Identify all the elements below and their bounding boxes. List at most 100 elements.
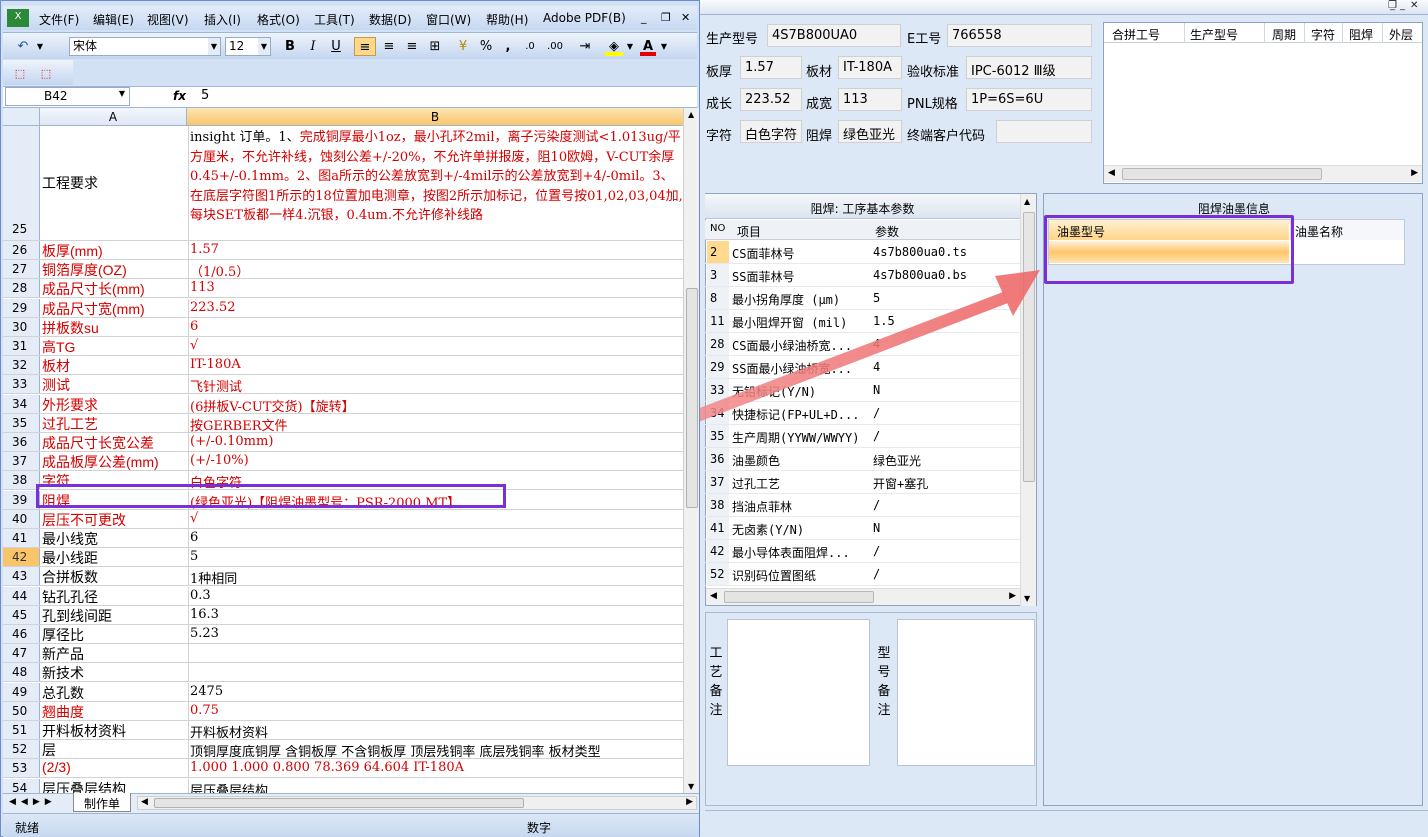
cell-a[interactable]: 孔到线间距 [42,606,187,626]
row-header[interactable]: 42 [3,548,40,566]
cell-a[interactable]: 开料板材资料 [42,721,187,741]
menu-adobe-pdf[interactable]: Adobe PDF(B) [543,11,626,25]
font-name-select[interactable]: 宋体 ▼ [69,37,221,56]
sheet-hscrollbar[interactable]: ◀ ▶ [137,796,697,810]
chevron-down-icon[interactable]: ▼ [625,37,635,56]
params-row[interactable]: 11 最小阻焊开窗 (mil) 1.5 [705,310,1020,333]
row-header[interactable]: 34 [3,395,40,413]
table-row[interactable]: 28 成品尺寸长(mm) 113 [3,279,683,298]
col-mask[interactable]: 阻焊 [1349,26,1373,43]
row-header[interactable]: 52 [3,740,40,758]
scroll-right-icon[interactable]: ▶ [686,797,693,807]
table-row[interactable]: 43 合拼板数 1种相同 [3,567,683,587]
table-row[interactable]: 30 拼板数su 6 [3,318,683,337]
scroll-thumb[interactable] [1023,212,1035,482]
row-header[interactable]: 32 [3,356,40,374]
align-center-icon[interactable]: ≡ [379,37,399,56]
cell-a[interactable]: (2/3) [42,759,187,775]
cell-a[interactable]: 层 [42,740,187,760]
table-row[interactable]: 34 外形要求 (6拼板V-CUT交货)【旋转】 [3,395,683,415]
table-row[interactable]: 48 新技术 [3,663,683,682]
table-row[interactable]: 50 翘曲度 0.75 [3,702,683,721]
cell-b[interactable]: 1种相同 [190,568,683,587]
params-row[interactable]: 35 生产周期(YYWW/WWYY) / [705,425,1020,448]
scroll-down-icon[interactable]: ▼ [1024,594,1030,603]
cell-a[interactable]: 测试 [42,375,187,395]
table-row[interactable]: 47 新产品 [3,644,683,663]
scroll-right-icon[interactable]: ▶ [1411,168,1418,178]
cell-a[interactable]: 铜箔厚度(OZ) [42,260,187,280]
table-row[interactable]: 41 最小线宽 6 [3,529,683,548]
length-field[interactable]: 223.52 [740,88,802,111]
cell-b[interactable]: (6拼板V-CUT交货)【旋转】 [190,396,683,415]
col-char[interactable]: 字符 [1311,26,1335,43]
table-row[interactable]: 49 总孔数 2475 [3,683,683,702]
e-no-field[interactable]: 766558 [947,24,1092,47]
row-header[interactable]: 39 [3,491,40,509]
table-row[interactable]: 51 开料板材资料 开料板材资料 [3,721,683,741]
fx-icon[interactable]: fx [173,89,186,103]
params-hscrollbar[interactable]: ◀ ▶ [706,588,1020,605]
row-header[interactable]: 27 [3,260,40,278]
column-header-b[interactable]: B [187,108,683,126]
underline-button[interactable]: U [327,37,345,56]
cell-a[interactable]: 拼板数su [42,318,187,338]
merge-center-icon[interactable]: ⊞ [425,37,445,56]
params-vscrollbar[interactable]: ▲ ▼ [1020,194,1036,606]
scroll-thumb[interactable] [724,591,874,603]
params-row[interactable]: 29 SS面最小绿油桥宽... 4 [705,356,1020,379]
cell-a[interactable]: 成品尺寸长(mm) [42,279,187,299]
scroll-thumb[interactable] [686,288,698,508]
params-row[interactable]: 42 最小导体表面阻焊... / [705,540,1020,563]
cell-a[interactable]: 层压不可更改 [42,510,187,530]
col-no[interactable]: NO [710,223,725,234]
thickness-field[interactable]: 1.57 [740,56,802,79]
cell-a[interactable]: 最小线距 [42,548,187,568]
row-header[interactable]: 43 [3,567,40,585]
comma-button[interactable]: , [501,37,515,56]
cell-b[interactable]: 1.57 [190,242,683,257]
excel-app-icon[interactable]: X [7,9,29,27]
row-header[interactable]: 29 [3,299,40,317]
row-header[interactable]: 51 [3,721,40,739]
table-row[interactable]: 45 孔到线间距 16.3 [3,606,683,625]
row-header[interactable]: 45 [3,606,40,624]
cell-a[interactable]: 成品尺寸宽(mm) [42,299,187,319]
column-header-a[interactable]: A [40,108,187,126]
cell-a[interactable]: 新产品 [42,644,187,664]
table-row[interactable]: 40 层压不可更改 √ [3,510,683,529]
menu-data[interactable]: 数据(D) [369,11,412,28]
menu-tools[interactable]: 工具(T) [314,11,355,28]
col-ink-name[interactable]: 油墨名称 [1290,220,1404,240]
cell-b[interactable]: 0.3 [190,588,683,603]
cell-a[interactable]: 厚径比 [42,625,187,645]
cell-b[interactable]: 223.52 [190,300,683,315]
cell-b[interactable]: 顶铜厚度底铜厚 含铜板厚 不含铜板厚 顶层残铜率 底层残铜率 板材类型 [190,741,683,760]
cell-b[interactable]: 飞针测试 [190,376,683,395]
cell-b[interactable]: (+/-10%) [190,453,683,468]
cell-b[interactable]: （1/0.5） [190,261,683,280]
merge-table-scrollbar[interactable]: ◀ ▶ [1104,165,1422,182]
cell-b[interactable]: 113 [190,280,683,295]
menu-help[interactable]: 帮助(H) [486,11,528,28]
close-icon[interactable]: ✕ [681,11,690,24]
row-header[interactable]: 36 [3,433,40,451]
cell-a[interactable]: 成品尺寸长宽公差 [42,433,187,453]
table-row[interactable]: 42 最小线距 5 [3,548,683,567]
col-cycle[interactable]: 周期 [1272,26,1296,43]
col-outer[interactable]: 外层 [1389,26,1413,43]
merge-orders-table[interactable]: 合拼工号 生产型号 周期 字符 阻焊 外层 [1103,22,1423,184]
close-icon[interactable]: ✕ [1410,0,1418,11]
tab-sheet[interactable]: 制作单 [73,793,131,812]
cell-b[interactable]: 开料板材资料 [190,722,683,741]
table-row[interactable]: 53 (2/3) 1.000 1.000 0.800 78.369 64.604 I… [3,759,683,778]
scroll-right-icon[interactable]: ▶ [1009,591,1016,601]
cell-b[interactable]: (+/-0.10mm) [190,434,683,449]
minimize-icon[interactable]: _ [1400,0,1405,11]
table-row[interactable]: 25 工程要求 insight 订单。1、完成铜厚最小1oz，最小孔环2mil，… [3,126,683,241]
chevron-down-icon[interactable]: ▼ [258,38,270,55]
pnl-field[interactable]: 1P=6S=6U [966,88,1092,111]
row-header[interactable]: 37 [3,452,40,470]
align-left-icon[interactable]: ≡ [354,37,376,56]
material-field[interactable]: IT-180A [838,56,902,79]
